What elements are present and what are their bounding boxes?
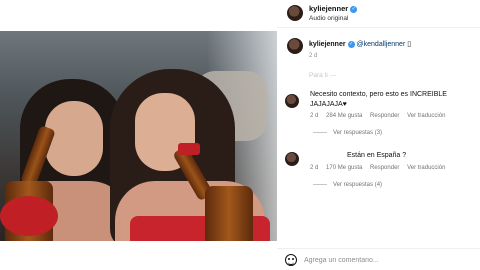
reel-video[interactable]: 🔇	[0, 31, 277, 241]
view-replies-label[interactable]: Ver respuestas (3)	[333, 130, 382, 136]
comment-timestamp: 2 d	[310, 113, 319, 119]
comment-view-replies[interactable]: Ver respuestas (3)	[313, 130, 382, 136]
caption-mention[interactable]: @kendalljenner	[357, 41, 406, 48]
commenter-avatar[interactable]	[285, 94, 299, 108]
comment-input[interactable]	[304, 253, 474, 267]
comment-composer	[277, 248, 480, 270]
comment-translate-button[interactable]: Ver traducción	[407, 113, 445, 119]
caption-line: kyliejenner ✓ @kendalljenner ▯	[309, 40, 411, 48]
comment-timestamp: 2 d	[310, 165, 319, 171]
verified-badge-icon: ✓	[350, 5, 358, 13]
audio-link[interactable]: Audio original	[309, 15, 348, 22]
caption-faded-text: Para ti ---	[309, 72, 337, 79]
post-header: kyliejenner ✓ Audio original	[277, 0, 480, 28]
bottle-right-label	[178, 143, 200, 155]
comment-likes[interactable]: 284 Me gusta	[326, 113, 362, 119]
post-details-pane: kyliejenner ✓ Audio original kyliejenner ✓…	[277, 0, 480, 270]
view-replies-label[interactable]: Ver respuestas (4)	[333, 182, 382, 188]
comment-meta: 2 d 284 Me gusta Responder Ver traducció…	[310, 113, 451, 119]
commenter-avatar[interactable]	[285, 152, 299, 166]
caption-timestamp: 2 d	[309, 53, 318, 59]
comment-text: Necesito contexto, pero esto es INCREIBL…	[310, 91, 447, 98]
comment-translate-button[interactable]: Ver traducción	[407, 165, 445, 171]
caption-author-avatar[interactable]	[287, 38, 303, 54]
comment-reply-button[interactable]: Responder	[370, 113, 399, 119]
comment-meta: 2 d 170 Me gusta Responder Ver traducció…	[310, 165, 451, 171]
comment-view-replies[interactable]: Ver respuestas (4)	[313, 182, 382, 188]
caption-author-username[interactable]: kyliejenner	[309, 41, 346, 48]
media-top-backdrop	[0, 0, 277, 31]
author-username-row: kyliejenner ✓	[309, 4, 358, 13]
comment-reply-button[interactable]: Responder	[370, 165, 399, 171]
comment-text-continued: JAJAJAJA♥	[310, 101, 347, 108]
caption-emoji-icon: ▯	[407, 41, 412, 48]
replies-divider	[313, 131, 327, 133]
comment-likes[interactable]: 170 Me gusta	[326, 165, 362, 171]
emoji-smiley-icon[interactable]	[285, 254, 297, 266]
comment-text: Están en España ?	[347, 152, 407, 159]
author-username[interactable]: kyliejenner	[309, 4, 348, 13]
verified-badge-icon: ✓	[347, 40, 355, 48]
person-left-face	[45, 101, 103, 176]
author-avatar[interactable]	[287, 5, 303, 21]
media-pane: 🔇	[0, 0, 277, 270]
bottle-left-label	[0, 196, 58, 236]
bottle-right	[205, 186, 253, 241]
replies-divider	[313, 183, 327, 185]
